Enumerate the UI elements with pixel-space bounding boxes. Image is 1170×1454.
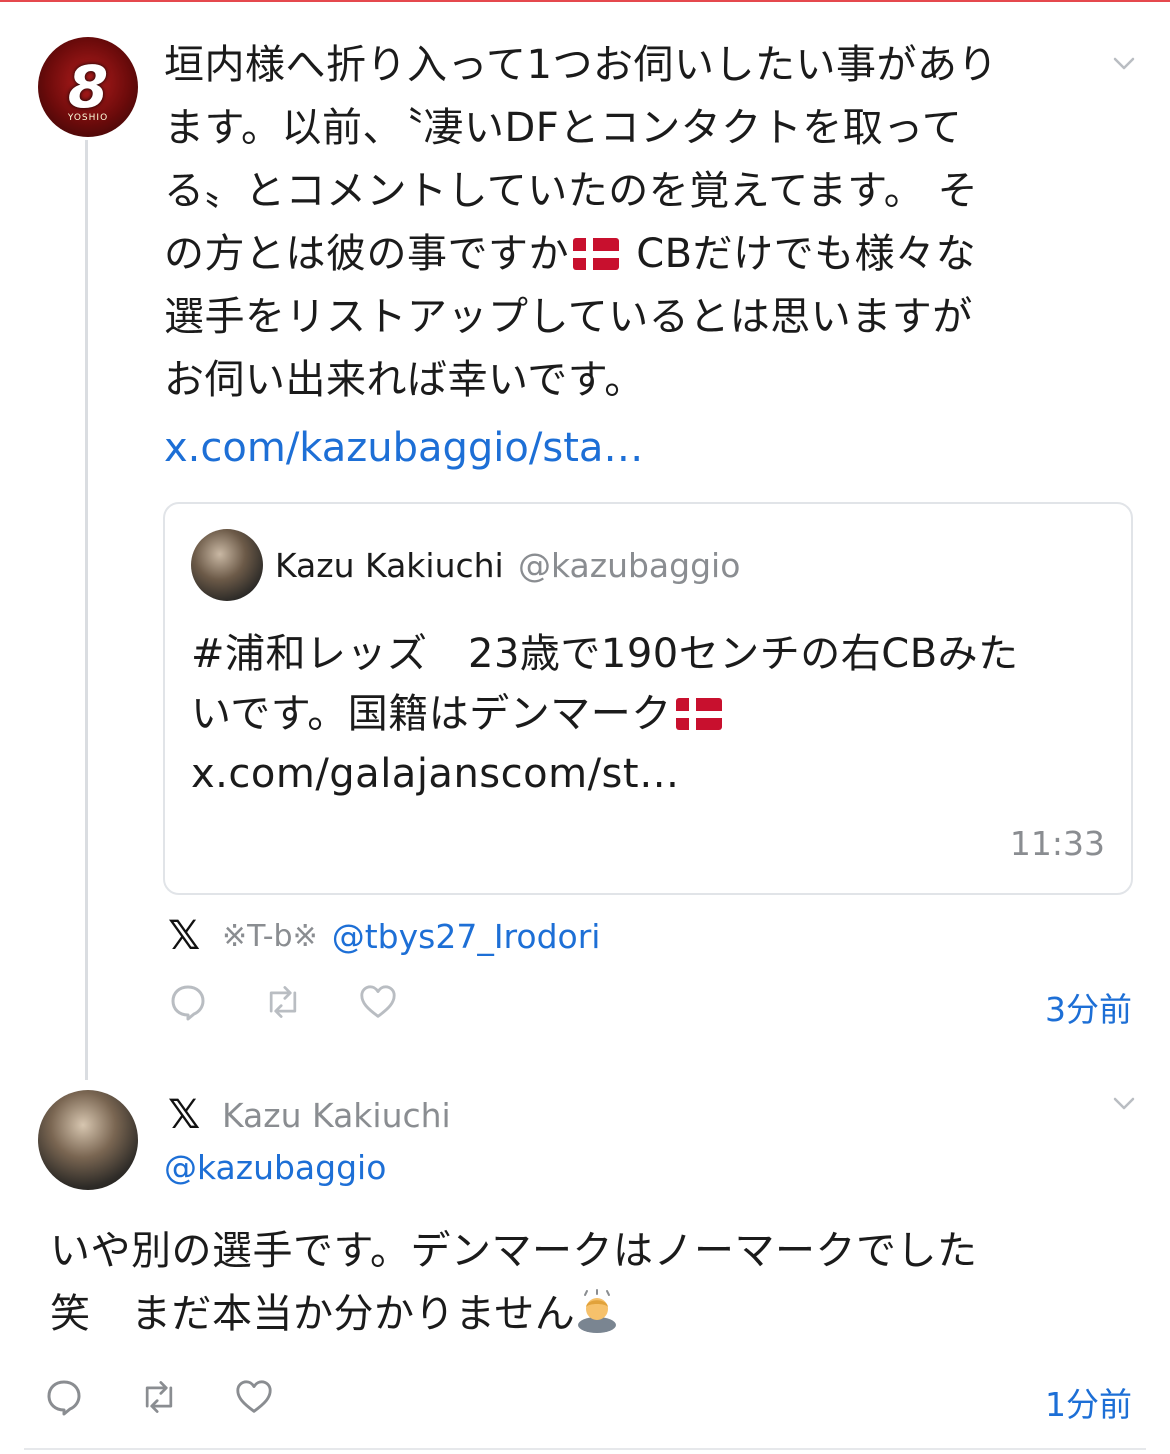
quoted-body-line: いです。国籍はデンマーク <box>191 684 1111 744</box>
quoted-link[interactable]: x.com/galajanscom/st… <box>191 744 1111 804</box>
x-logo-icon: 𝕏 <box>168 1092 201 1138</box>
bowing-person-icon <box>575 1289 619 1333</box>
top-accent-rule <box>0 0 1170 2</box>
chevron-down-icon[interactable] <box>1113 57 1135 71</box>
tweet-body-line: ます。以前、〝凄いDFとコンタクトを取って <box>164 105 963 151</box>
quoted-tweet-card[interactable]: Kazu Kakiuchi @kazubaggio #浦和レッズ 23歳で190… <box>163 502 1133 895</box>
x-logo-icon: 𝕏 <box>168 913 201 959</box>
denmark-flag-icon <box>675 698 722 730</box>
author-handle[interactable]: @kazubaggio <box>164 1148 386 1187</box>
quoted-body-line: #浦和レッズ 23歳で190センチの右CBみた <box>191 631 1019 677</box>
retweet-icon[interactable] <box>139 1377 179 1417</box>
quoted-avatar[interactable] <box>191 529 263 601</box>
tweet-body-line: 笑 まだ本当か分かりません <box>50 1283 1120 1346</box>
avatar[interactable] <box>38 1090 138 1190</box>
tweet-body: 垣内様へ折り入って1つお伺いしたい事があり ます。以前、〝凄いDFとコンタクトを… <box>164 34 1094 412</box>
tweet-body-line: 選手をリストアップしているとは思いますが <box>164 294 973 340</box>
tweet-time-ago[interactable]: 3分前 <box>1045 983 1132 1031</box>
chevron-down-icon[interactable] <box>1113 1097 1135 1111</box>
quoted-author-handle: @kazubaggio <box>518 546 741 585</box>
tweet-body-text: の方とは彼の事ですか <box>164 231 569 277</box>
tweet-body-line: いや別の選手です。デンマークはノーマークでした <box>50 1228 978 1274</box>
author-name[interactable]: Kazu Kakiuchi <box>222 1096 451 1135</box>
heart-icon[interactable] <box>234 1377 274 1417</box>
source-author-handle[interactable]: @tbys27_Irodori <box>332 917 601 956</box>
heart-icon[interactable] <box>358 982 398 1022</box>
avatar-number: 8 <box>67 53 109 121</box>
quoted-timestamp: 11:33 <box>1009 824 1105 863</box>
tweet-link[interactable]: x.com/kazubaggio/sta… <box>164 420 643 476</box>
avatar-caption: YOSHIO <box>67 113 109 123</box>
tweet-actions <box>44 1377 329 1417</box>
tweet-body-line: 垣内様へ折り入って1つお伺いしたい事があり <box>164 42 998 88</box>
divider <box>24 1448 1146 1450</box>
tweet-time-ago[interactable]: 1分前 <box>1045 1378 1132 1426</box>
avatar[interactable]: 8 YOSHIO <box>38 37 138 137</box>
tweet-body-text: CBだけでも様々な <box>623 231 977 277</box>
tweet-actions <box>168 982 453 1022</box>
tweet-body-line: の方とは彼の事ですか CBだけでも様々な <box>164 223 1094 286</box>
source-author-name: ※T-b※ <box>222 918 318 954</box>
tweet-header: 𝕏 Kazu Kakiuchi <box>168 1092 451 1138</box>
retweet-icon[interactable] <box>263 982 303 1022</box>
tweet-body: いや別の選手です。デンマークはノーマークでした 笑 まだ本当か分かりません <box>50 1220 1120 1346</box>
quoted-body-text: いです。国籍はデンマーク <box>191 691 672 737</box>
tweet-body-line: る〟とコメントしていたのを覚えてます。 そ <box>164 168 979 214</box>
tweet-body-line: お伺い出来れば幸いです。 <box>164 357 645 403</box>
reply-icon[interactable] <box>168 982 208 1022</box>
thread-connector-line <box>85 140 88 1080</box>
source-attribution: 𝕏 ※T-b※ @tbys27_Irodori <box>168 913 600 959</box>
quoted-author-name: Kazu Kakiuchi <box>275 546 504 585</box>
reply-icon[interactable] <box>44 1377 84 1417</box>
tweet-body-text: 笑 まだ本当か分かりません <box>50 1291 576 1337</box>
denmark-flag-icon <box>573 238 619 270</box>
quoted-tweet-body: #浦和レッズ 23歳で190センチの右CBみた いです。国籍はデンマーク x.c… <box>191 624 1111 804</box>
